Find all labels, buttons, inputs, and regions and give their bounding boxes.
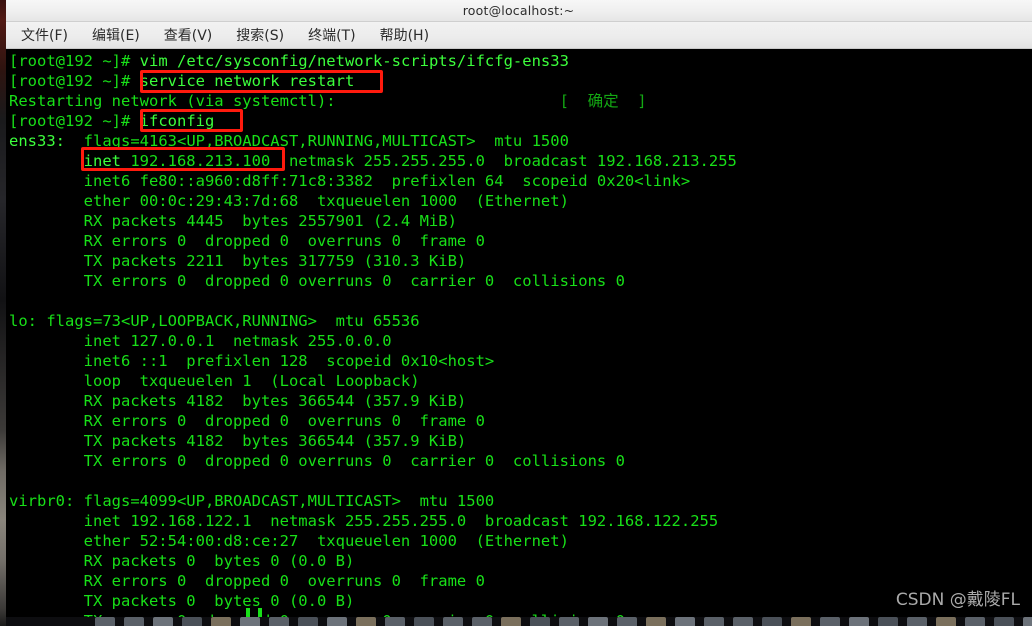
terminal-line: TX errors 0 dropped 0 overruns 0 carrier… <box>9 452 625 470</box>
terminal-line: RX packets 0 bytes 0 (0.0 B) <box>9 552 355 570</box>
taskbar-icon[interactable] <box>153 617 173 626</box>
taskbar-icon[interactable] <box>385 617 405 626</box>
taskbar-icon[interactable] <box>211 617 231 626</box>
terminal-output-area[interactable]: [root@192 ~]# vim /etc/sysconfig/network… <box>5 49 1032 617</box>
terminal-line: [root@192 ~]# ifconfig <box>9 111 1032 131</box>
taskbar-icon[interactable] <box>240 617 260 626</box>
terminal-line: inet6 fe80::a960:d8ff:71c8:3382 prefixle… <box>9 172 691 190</box>
menu-terminal[interactable]: 终端(T) <box>299 23 364 47</box>
desktop-taskbar-sliver[interactable] <box>0 617 1032 626</box>
terminal-line: RX errors 0 dropped 0 overruns 0 frame 0 <box>9 412 485 430</box>
taskbar-icon[interactable] <box>588 617 608 626</box>
taskbar-icon[interactable] <box>965 617 985 626</box>
taskbar-icon[interactable] <box>820 617 840 626</box>
taskbar-icon[interactable] <box>878 617 898 626</box>
inet-netmask-broadcast: netmask 255.255.255.0 broadcast 192.168.… <box>270 152 737 170</box>
taskbar-icon[interactable] <box>327 617 347 626</box>
taskbar-icon[interactable] <box>617 617 637 626</box>
terminal-line: ether 52:54:00:d8:ce:27 txqueuelen 1000 … <box>9 532 569 550</box>
terminal-line: TX packets 4182 bytes 366544 (357.9 KiB) <box>9 432 467 450</box>
terminal-line: RX errors 0 dropped 0 overruns 0 frame 0 <box>9 572 485 590</box>
taskbar-icon[interactable] <box>994 617 1014 626</box>
taskbar-icon[interactable] <box>733 617 753 626</box>
command-text: vim /etc/sysconfig/network-scripts/ifcfg… <box>139 52 569 70</box>
taskbar-icon[interactable] <box>791 617 811 626</box>
desktop-wallpaper-edge <box>0 0 6 626</box>
menu-edit[interactable]: 编辑(E) <box>83 23 149 47</box>
menu-view[interactable]: 查看(V) <box>155 23 222 47</box>
terminal-line: RX packets 4445 bytes 2557901 (2.4 MiB) <box>9 212 457 230</box>
terminal-line: [root@192 ~]# vim /etc/sysconfig/network… <box>9 51 1032 71</box>
terminal-line: ens33: flags=4163<UP,BROADCAST,RUNNING,M… <box>9 131 1032 151</box>
taskbar-icon[interactable] <box>1023 617 1032 626</box>
terminal-line: TX errors 0 dropped 0 overruns 0 carrier… <box>9 272 625 290</box>
taskbar-icon[interactable] <box>472 617 492 626</box>
taskbar-icon-group <box>95 617 1032 626</box>
terminal-line: ether 00:0c:29:43:7d:68 txqueuelen 1000 … <box>9 192 569 210</box>
status-bracket-close: ] <box>637 92 647 110</box>
taskbar-icon[interactable] <box>849 617 869 626</box>
terminal-line: [root@192 ~]# service network restart <box>9 71 1032 91</box>
taskbar-icon[interactable] <box>559 617 579 626</box>
taskbar-icon[interactable] <box>936 617 956 626</box>
taskbar-icon[interactable] <box>356 617 376 626</box>
screen: root@localhost:~ 文件(F) 编辑(E) 查看(V) 搜索(S)… <box>0 0 1032 626</box>
shell-prompt: [root@192 ~]# <box>9 112 140 130</box>
interface-name-ens33: ens33: <box>9 132 65 150</box>
terminal-line: inet6 ::1 prefixlen 128 scopeid 0x10<hos… <box>9 352 495 370</box>
shell-prompt: [root@192 ~]# <box>9 52 140 70</box>
taskbar-icon[interactable] <box>269 617 289 626</box>
terminal-line: inet 192.168.213.100 netmask 255.255.255… <box>9 151 1032 171</box>
inet-address: 192.168.213.100 <box>120 152 271 170</box>
terminal-line: inet 192.168.122.1 netmask 255.255.255.0… <box>9 512 719 530</box>
window-titlebar[interactable]: root@localhost:~ <box>5 0 1032 22</box>
terminal-cursor-artifact <box>246 608 266 617</box>
terminal-line: lo: flags=73<UP,LOOPBACK,RUNNING> mtu 65… <box>9 312 420 330</box>
watermark: CSDN @戴陵FL <box>895 590 1020 610</box>
menu-file[interactable]: 文件(F) <box>12 23 77 47</box>
taskbar-icon[interactable] <box>646 617 666 626</box>
taskbar-icon[interactable] <box>675 617 695 626</box>
terminal-line: TX packets 2211 bytes 317759 (310.3 KiB) <box>9 252 467 270</box>
menubar: 文件(F) 编辑(E) 查看(V) 搜索(S) 终端(T) 帮助(H) <box>5 22 1032 49</box>
taskbar-icon[interactable] <box>414 617 434 626</box>
terminal-line: TX packets 0 bytes 0 (0.0 B) <box>9 592 355 610</box>
taskbar-icon[interactable] <box>501 617 521 626</box>
interface-flags: flags=4163<UP,BROADCAST,RUNNING,MULTICAS… <box>65 132 569 150</box>
inet-key: inet <box>83 152 121 170</box>
terminal-line: loop txqueuelen 1 (Local Loopback) <box>9 372 420 390</box>
window-title: root@localhost:~ <box>462 3 575 18</box>
status-spacer <box>336 92 560 110</box>
status-badge: 确定 <box>587 92 619 110</box>
taskbar-icon[interactable] <box>530 617 550 626</box>
command-text: ifconfig <box>139 112 215 130</box>
taskbar-icon[interactable] <box>182 617 202 626</box>
terminal-line: inet 127.0.0.1 netmask 255.0.0.0 <box>9 332 392 350</box>
terminal-line: Restarting network (via systemctl): [ 确定… <box>9 91 1032 111</box>
menu-search[interactable]: 搜索(S) <box>227 23 293 47</box>
taskbar-icon[interactable] <box>907 617 927 626</box>
terminal-line: RX packets 4182 bytes 366544 (357.9 KiB) <box>9 392 467 410</box>
status-bracket-open: [ <box>559 92 569 110</box>
service-restart-text: Restarting network (via systemctl): <box>9 92 336 110</box>
terminal-line: RX errors 0 dropped 0 overruns 0 frame 0 <box>9 232 485 250</box>
taskbar-icon[interactable] <box>443 617 463 626</box>
menu-help[interactable]: 帮助(H) <box>371 23 438 47</box>
taskbar-icon[interactable] <box>704 617 724 626</box>
taskbar-icon[interactable] <box>298 617 318 626</box>
taskbar-icon[interactable] <box>124 617 144 626</box>
terminal-line: virbr0: flags=4099<UP,BROADCAST,MULTICAS… <box>9 492 495 510</box>
command-text: service network restart <box>139 72 355 90</box>
taskbar-icon[interactable] <box>95 617 115 626</box>
shell-prompt: [root@192 ~]# <box>9 72 140 90</box>
taskbar-icon[interactable] <box>762 617 782 626</box>
